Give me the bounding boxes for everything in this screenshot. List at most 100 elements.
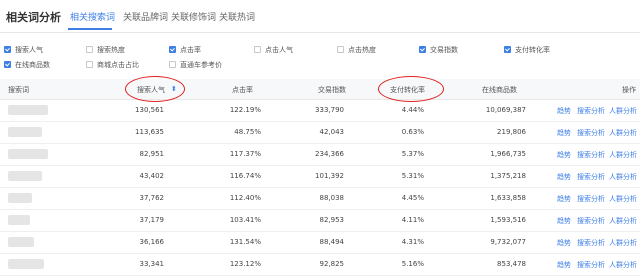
blurred-search-term xyxy=(8,259,44,269)
cell-online-items: 1,593,516 xyxy=(490,216,526,224)
search-analysis-link[interactable]: 搜索分析 xyxy=(577,260,605,270)
cell-trade-index: 92,825 xyxy=(319,260,345,268)
blurred-search-term xyxy=(8,127,42,137)
trend-link[interactable]: 趋势 xyxy=(557,216,571,226)
metric-checkbox[interactable]: 点击率 xyxy=(169,46,201,56)
highlight-ring xyxy=(125,76,185,102)
cell-ctr: 103.41% xyxy=(229,216,261,224)
cell-search-popularity: 130,561 xyxy=(135,106,164,114)
metric-checkbox[interactable]: 点击人气 xyxy=(254,46,293,56)
metric-checkbox[interactable]: 在线商品数 xyxy=(4,61,50,71)
trend-link[interactable]: 趋势 xyxy=(557,128,571,138)
search-analysis-link[interactable]: 搜索分析 xyxy=(577,150,605,160)
metric-checkbox[interactable]: 商城点击占比 xyxy=(86,61,139,71)
metric-label: 支付转化率 xyxy=(515,46,550,54)
cell-ctr: 112.40% xyxy=(229,194,261,202)
metric-label: 交易指数 xyxy=(430,46,458,54)
table-row[interactable]: 82,951 117.37% 234,366 5.37% 1,966,735 趋势 搜索分析… xyxy=(0,144,640,166)
metric-checkbox[interactable]: 交易指数 xyxy=(419,46,458,56)
cell-trade-index: 234,366 xyxy=(315,150,344,158)
tab-related-search[interactable]: 相关搜索词 xyxy=(70,10,115,23)
trend-link[interactable]: 趋势 xyxy=(557,260,571,270)
metric-label: 点击热度 xyxy=(348,46,376,54)
blurred-search-term xyxy=(8,193,32,203)
checkbox-icon xyxy=(86,61,93,68)
col-online-items[interactable]: 在线商品数 xyxy=(482,85,517,95)
cell-search-popularity: 33,341 xyxy=(139,260,165,268)
trend-link[interactable]: 趋势 xyxy=(557,194,571,204)
trend-link[interactable]: 趋势 xyxy=(557,172,571,182)
table-row[interactable]: 33,341 123.12% 92,825 5.16% 853,478 趋势 搜索分析 人群分… xyxy=(0,254,640,276)
cell-online-items: 1,633,858 xyxy=(490,194,526,202)
tab-brand[interactable]: 关联品牌词 xyxy=(123,10,168,23)
blurred-search-term xyxy=(8,215,30,225)
checkbox-icon xyxy=(4,46,11,53)
tab-modifier[interactable]: 关联修饰词 xyxy=(171,10,216,23)
search-analysis-link[interactable]: 搜索分析 xyxy=(577,172,605,182)
metric-label: 搜索人气 xyxy=(15,46,43,54)
crowd-analysis-link[interactable]: 人群分析 xyxy=(609,106,637,116)
metric-checkbox[interactable]: 支付转化率 xyxy=(504,46,550,56)
table-row[interactable]: 130,561 122.19% 333,790 4.44% 10,069,387 趋势 搜索… xyxy=(0,100,640,122)
crowd-analysis-link[interactable]: 人群分析 xyxy=(609,128,637,138)
crowd-analysis-link[interactable]: 人群分析 xyxy=(609,172,637,182)
search-analysis-link[interactable]: 搜索分析 xyxy=(577,128,605,138)
col-trade-index[interactable]: 交易指数 xyxy=(318,85,346,95)
crowd-analysis-link[interactable]: 人群分析 xyxy=(609,260,637,270)
tab-hot[interactable]: 关联热词 xyxy=(219,10,255,23)
search-analysis-link[interactable]: 搜索分析 xyxy=(577,238,605,248)
crowd-analysis-link[interactable]: 人群分析 xyxy=(609,216,637,226)
col-ctr[interactable]: 点击率 xyxy=(232,85,253,95)
table-header: 搜索词 搜索人气 ⬍ 点击率 交易指数 支付转化率 在线商品数 操作 xyxy=(0,79,640,100)
crowd-analysis-link[interactable]: 人群分析 xyxy=(609,150,637,160)
cell-ctr: 123.12% xyxy=(229,260,261,268)
cell-conversion: 4.11% xyxy=(401,216,424,224)
cell-conversion: 4.31% xyxy=(401,238,424,246)
table-row[interactable]: 37,179 103.41% 82,953 4.11% 1,593,516 趋势 搜索分析人… xyxy=(0,210,640,232)
metric-label: 点击率 xyxy=(180,46,201,54)
cell-search-popularity: 36,166 xyxy=(139,238,165,246)
metric-checkbox[interactable]: 点击热度 xyxy=(337,46,376,56)
cell-online-items: 10,069,387 xyxy=(485,106,526,114)
cell-search-popularity: 37,762 xyxy=(139,194,165,202)
cell-search-popularity: 37,179 xyxy=(139,216,165,224)
blurred-search-term xyxy=(8,171,42,181)
table-row[interactable]: 36,166 131.54% 88,494 4.31% 9,732,077 趋势 搜索分析人… xyxy=(0,232,640,254)
metric-label: 在线商品数 xyxy=(15,61,50,69)
trend-link[interactable]: 趋势 xyxy=(557,106,571,116)
cell-conversion: 5.16% xyxy=(401,260,424,268)
search-analysis-link[interactable]: 搜索分析 xyxy=(577,194,605,204)
metric-checkbox[interactable]: 搜索人气 xyxy=(4,46,43,56)
page-title: 相关词分析 xyxy=(6,11,61,24)
crowd-analysis-link[interactable]: 人群分析 xyxy=(609,194,637,204)
checkbox-icon xyxy=(254,46,261,53)
cell-online-items: 1,966,735 xyxy=(490,150,526,158)
cell-search-popularity: 113,635 xyxy=(135,128,164,136)
checkbox-icon xyxy=(419,46,426,53)
col-actions: 操作 xyxy=(622,86,636,94)
metric-checkbox[interactable]: 搜索热度 xyxy=(86,46,125,56)
cell-online-items: 9,732,077 xyxy=(490,238,526,246)
checkbox-icon xyxy=(169,46,176,53)
search-analysis-link[interactable]: 搜索分析 xyxy=(577,216,605,226)
cell-online-items: 1,375,218 xyxy=(490,172,526,180)
trend-link[interactable]: 趋势 xyxy=(557,150,571,160)
trend-link[interactable]: 趋势 xyxy=(557,238,571,248)
metric-label: 点击人气 xyxy=(265,46,293,54)
metric-checkbox[interactable]: 直通车参考价 xyxy=(169,61,222,71)
highlight-ring xyxy=(378,76,444,102)
table-row[interactable]: 43,402 116.74% 101,392 5.31% 1,375,218 趋势 搜索分析… xyxy=(0,166,640,188)
cell-conversion: 4.45% xyxy=(401,194,424,202)
cell-trade-index: 42,043 xyxy=(319,128,345,136)
cell-conversion: 0.63% xyxy=(401,128,424,136)
col-search-term: 搜索词 xyxy=(8,86,29,94)
checkbox-icon xyxy=(169,61,176,68)
search-analysis-link[interactable]: 搜索分析 xyxy=(577,106,605,116)
metric-label: 直通车参考价 xyxy=(180,61,222,69)
blurred-search-term xyxy=(8,105,48,115)
crowd-analysis-link[interactable]: 人群分析 xyxy=(609,238,637,248)
cell-search-popularity: 82,951 xyxy=(139,150,165,158)
active-tab-indicator xyxy=(68,28,112,30)
table-row[interactable]: 113,635 48.75% 42,043 0.63% 219,806 趋势 搜索分析 人群分… xyxy=(0,122,640,144)
table-row[interactable]: 37,762 112.40% 88,038 4.45% 1,633,858 趋势 搜索分析人… xyxy=(0,188,640,210)
